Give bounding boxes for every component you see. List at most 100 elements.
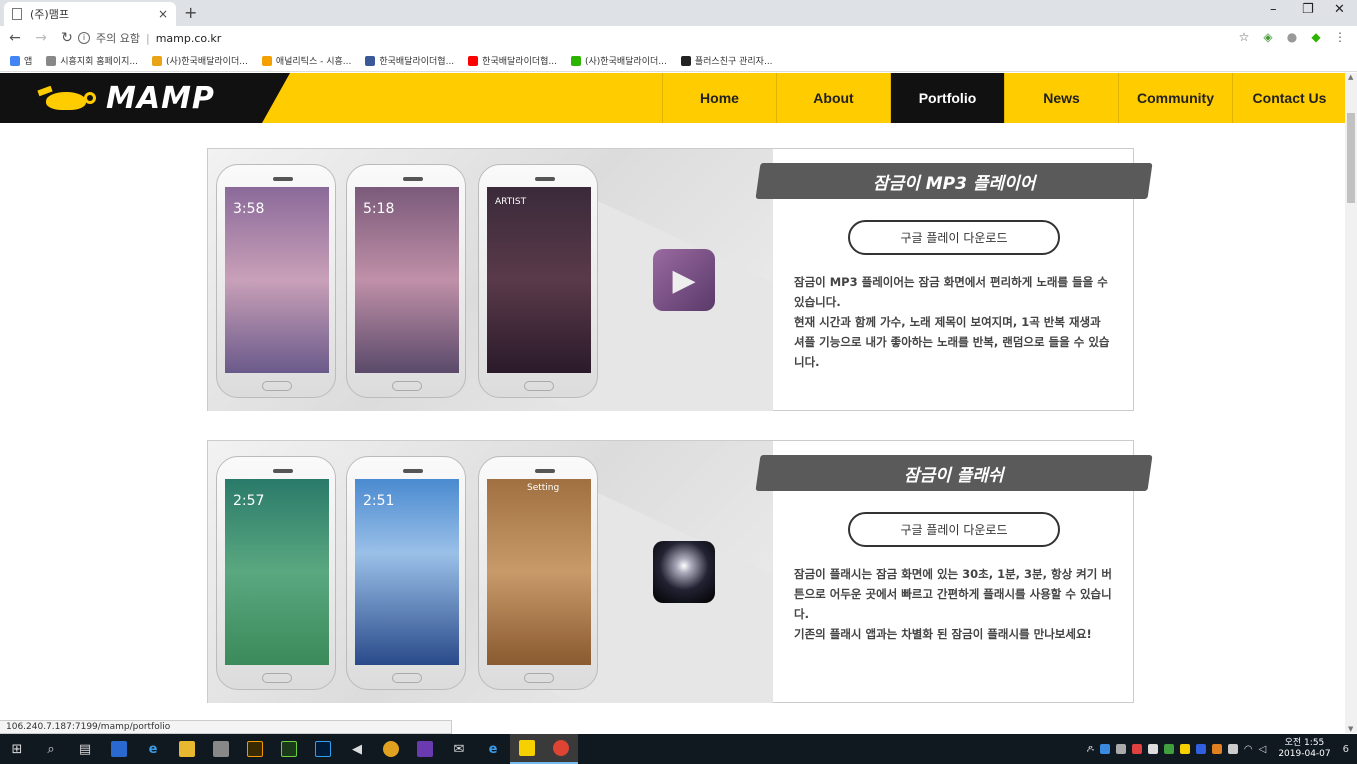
browser-tab[interactable]: (주)맴프 × bbox=[4, 2, 176, 26]
screen-header: ARTIST bbox=[495, 197, 527, 207]
clock-date: 2019-04-07 bbox=[1278, 749, 1331, 759]
bookmark-item[interactable]: 한국배달라이더협... bbox=[468, 54, 557, 67]
extension-icon[interactable]: ◈ bbox=[1261, 30, 1275, 44]
bookmark-item[interactable]: 플러스친구 관리자... bbox=[680, 54, 773, 67]
file-explorer-icon[interactable] bbox=[170, 734, 204, 764]
bookmark-item[interactable]: 애널리틱스 - 시흥... bbox=[261, 54, 352, 67]
bookmark-icon bbox=[151, 55, 162, 66]
nav-item-news[interactable]: News bbox=[1004, 73, 1118, 123]
chrome-icon[interactable] bbox=[544, 734, 578, 764]
bluetooth-icon[interactable] bbox=[1195, 744, 1206, 754]
reload-icon[interactable]: ↻ bbox=[56, 30, 78, 46]
nav-item-contact-us[interactable]: Contact Us bbox=[1232, 73, 1346, 123]
bookmark-item[interactable]: (사)한국배달라이더... bbox=[571, 54, 667, 67]
bookmark-icon bbox=[46, 55, 57, 66]
phone-mockup: 2:51 bbox=[346, 456, 466, 690]
menu-icon[interactable]: ⋮ bbox=[1333, 30, 1347, 44]
mail-icon[interactable]: ✉ bbox=[442, 734, 476, 764]
bookmark-item[interactable]: 앱 bbox=[10, 54, 32, 67]
notification-badge[interactable]: 6 bbox=[1343, 744, 1349, 755]
site-logo[interactable]: MAMP bbox=[0, 73, 290, 123]
logo-text: MAMP bbox=[106, 80, 215, 116]
taskbar-clock[interactable]: 오전 1:55 2019-04-07 bbox=[1278, 738, 1330, 760]
close-window-button[interactable]: ✕ bbox=[1334, 2, 1345, 17]
bookmark-icon bbox=[680, 55, 691, 66]
card-title: 잠금이 플래쉬 bbox=[904, 465, 1004, 486]
nav-item-about[interactable]: About bbox=[776, 73, 890, 123]
tray-icon[interactable] bbox=[1131, 744, 1142, 754]
card-title: 잠금이 MP3 플레이어 bbox=[872, 173, 1036, 194]
tab-close-icon[interactable]: × bbox=[158, 7, 168, 21]
description-paragraph: 기존의 플래시 앱과는 차별화 된 잠금이 플래시를 만나보세요! bbox=[794, 627, 1092, 641]
dreamweaver-icon[interactable] bbox=[272, 734, 306, 764]
google-play-download-button[interactable]: 구글 플레이 다운로드 bbox=[848, 512, 1060, 547]
illustrator-icon[interactable] bbox=[238, 734, 272, 764]
star-icon[interactable]: ☆ bbox=[1237, 30, 1251, 44]
page-icon bbox=[12, 8, 22, 20]
browser-toolbar: ← → ↻ i 주의 요함 | mamp.co.kr ☆ ◈ ● ◆ ⋮ bbox=[0, 26, 1357, 50]
bookmark-item[interactable]: 시흥지회 홈페이지... bbox=[46, 54, 138, 67]
card-title-ribbon: 잠금이 MP3 플레이어 bbox=[755, 163, 1153, 199]
app-screenshots: 2:57 2:51 Setting bbox=[208, 441, 773, 703]
bookmark-label: 애널리틱스 - 시흥... bbox=[275, 57, 352, 67]
bookmark-label: 플러스친구 관리자... bbox=[694, 57, 773, 67]
page-scrollbar[interactable]: ▲ ▼ bbox=[1345, 73, 1357, 733]
bookmark-label: (사)한국배달라이더... bbox=[165, 57, 248, 67]
screen-clock: 2:51 bbox=[363, 493, 395, 509]
wifi-icon[interactable]: ◠ bbox=[1244, 744, 1253, 755]
forward-arrow-icon[interactable]: → bbox=[30, 30, 52, 46]
bookmark-label: 시흥지회 홈페이지... bbox=[60, 57, 138, 67]
windows-start-icon[interactable]: ⊞ bbox=[0, 734, 34, 764]
status-url-bar: 106.240.7.187:7199/mamp/portfolio bbox=[0, 720, 452, 734]
maximize-button[interactable]: ❐ bbox=[1302, 2, 1314, 17]
phone-mockup: 2:57 bbox=[216, 456, 336, 690]
minimize-button[interactable]: – bbox=[1270, 2, 1277, 17]
internet-explorer-icon[interactable]: e bbox=[476, 734, 510, 764]
clock-time: 오전 1:55 bbox=[1284, 738, 1325, 748]
nav-item-community[interactable]: Community bbox=[1118, 73, 1232, 123]
card-title-ribbon: 잠금이 플래쉬 bbox=[755, 455, 1153, 491]
nav-item-home[interactable]: Home bbox=[662, 73, 776, 123]
google-play-download-button[interactable]: 구글 플레이 다운로드 bbox=[848, 220, 1060, 255]
lamp-logo-icon bbox=[37, 84, 98, 112]
address-bar[interactable]: i 주의 요함 | mamp.co.kr bbox=[78, 28, 1248, 48]
task-view-icon[interactable]: ▤ bbox=[68, 734, 102, 764]
windows-taskbar: ⊞ ⌕ ▤ e ◀ ✉ e ዶ ◠ ◁ 오전 1:55 2019-04-07 6 bbox=[0, 734, 1357, 764]
app-icon[interactable]: ◀ bbox=[340, 734, 374, 764]
chrome-icon[interactable] bbox=[374, 734, 408, 764]
extension-icon[interactable]: ● bbox=[1285, 30, 1299, 44]
search-icon[interactable]: ⌕ bbox=[34, 734, 68, 764]
new-tab-button[interactable]: + bbox=[184, 3, 197, 22]
tray-icon[interactable] bbox=[1099, 744, 1110, 754]
edge-icon[interactable]: e bbox=[136, 734, 170, 764]
tray-icon[interactable] bbox=[1179, 744, 1190, 754]
scroll-down-icon[interactable]: ▼ bbox=[1348, 725, 1353, 733]
bookmark-label: (사)한국배달라이더... bbox=[585, 57, 667, 67]
screen-header: Setting bbox=[527, 483, 560, 493]
phone-mockup: 3:58 bbox=[216, 164, 336, 398]
app-icon[interactable] bbox=[102, 734, 136, 764]
people-icon[interactable]: ዶ bbox=[1087, 744, 1094, 755]
tray-icon[interactable] bbox=[1227, 744, 1238, 754]
bookmark-icon bbox=[10, 55, 20, 66]
tray-icon[interactable] bbox=[1163, 744, 1174, 754]
visual-studio-icon[interactable] bbox=[408, 734, 442, 764]
photoshop-icon[interactable] bbox=[306, 734, 340, 764]
kakaotalk-icon[interactable] bbox=[510, 734, 544, 764]
tray-icon[interactable] bbox=[1147, 744, 1158, 754]
bookmark-label: 한국배달라이더협... bbox=[379, 57, 455, 67]
extension-icon[interactable]: ◆ bbox=[1309, 30, 1323, 44]
portfolio-card-mp3: 3:58 5:18 ARTIST ▶ 잠금이 MP3 플레이어 구글 플레이 다… bbox=[207, 148, 1153, 411]
scrollbar-thumb[interactable] bbox=[1347, 113, 1355, 203]
store-icon[interactable] bbox=[204, 734, 238, 764]
volume-icon[interactable]: ◁ bbox=[1259, 744, 1267, 755]
back-arrow-icon[interactable]: ← bbox=[4, 30, 26, 46]
info-icon[interactable]: i bbox=[78, 32, 90, 44]
tray-icon[interactable] bbox=[1211, 744, 1222, 754]
screen-clock: 5:18 bbox=[363, 201, 395, 217]
bookmark-item[interactable]: 한국배달라이더협... bbox=[365, 54, 454, 67]
bookmark-item[interactable]: (사)한국배달라이더... bbox=[151, 54, 248, 67]
tray-icon[interactable] bbox=[1115, 744, 1126, 754]
nav-item-portfolio[interactable]: Portfolio bbox=[890, 73, 1004, 123]
scroll-up-icon[interactable]: ▲ bbox=[1348, 73, 1353, 81]
